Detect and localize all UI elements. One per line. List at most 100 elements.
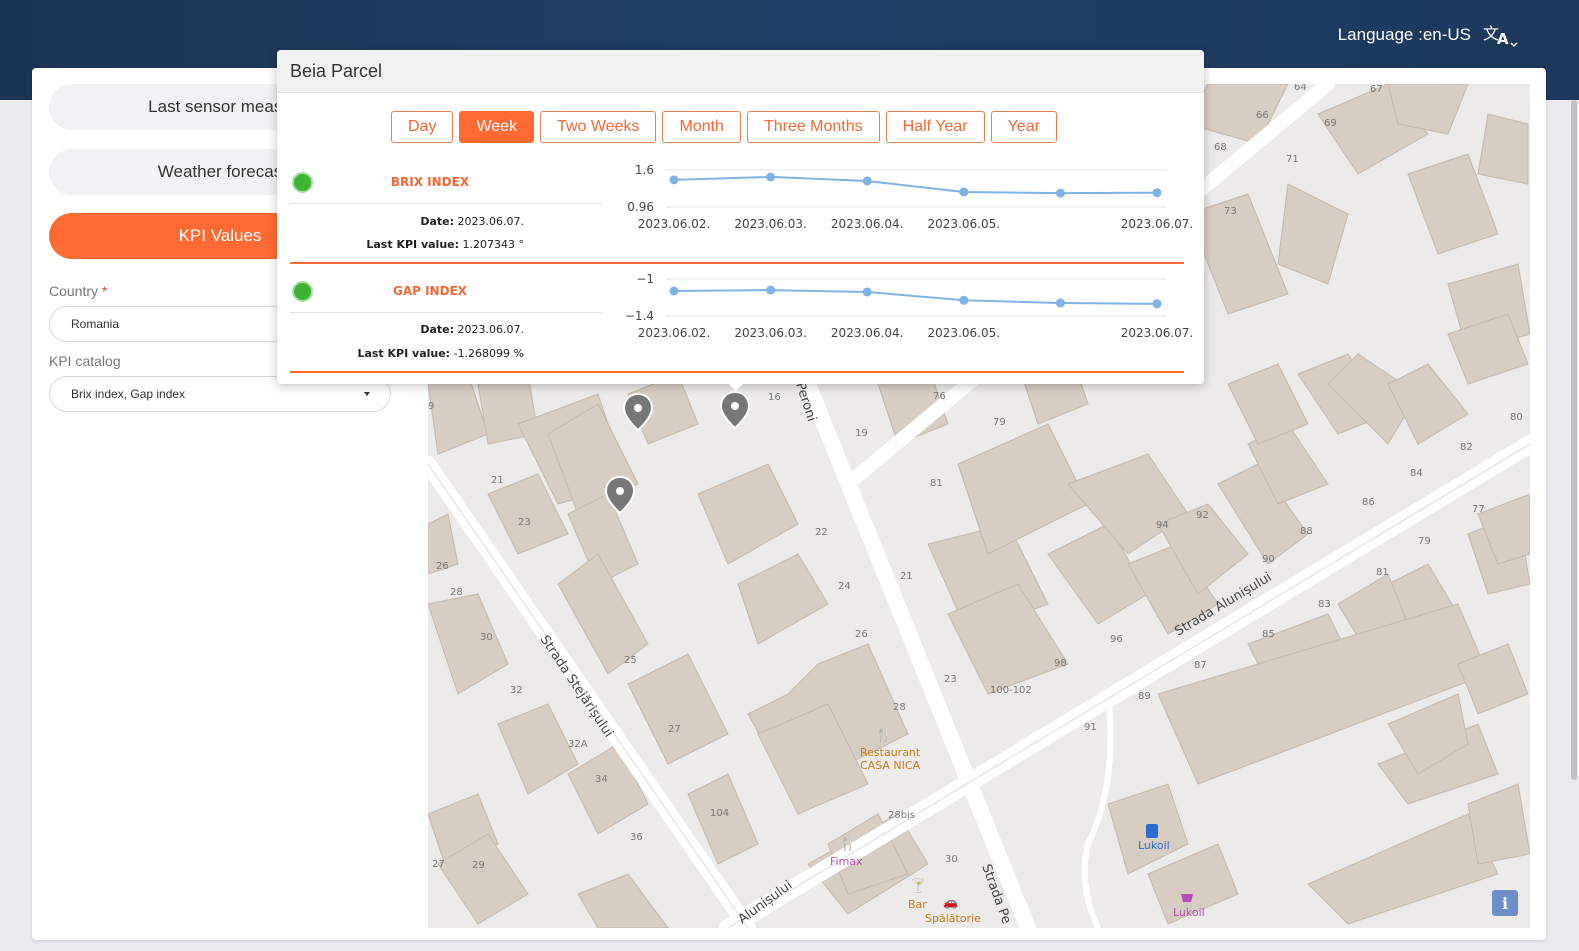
svg-text:🚗: 🚗 [943, 895, 958, 909]
svg-text:23: 23 [944, 674, 957, 685]
y-tick-label: −1.4 [625, 309, 654, 323]
svg-text:9: 9 [428, 401, 434, 412]
page-scrollbar[interactable] [1569, 100, 1579, 780]
svg-text:Lukoil: Lukoil [1138, 839, 1170, 852]
svg-text:26: 26 [436, 561, 449, 572]
data-point [959, 295, 969, 305]
period-month-button[interactable]: Month [662, 111, 741, 143]
svg-text:85: 85 [1262, 629, 1275, 640]
x-tick-label: 2023.06.02. [638, 217, 711, 231]
translate-icon[interactable]: 文 A [1483, 22, 1519, 48]
svg-text:66: 66 [1256, 110, 1269, 121]
data-point [1152, 299, 1162, 309]
svg-text:81: 81 [930, 478, 943, 489]
y-tick-label: 1.6 [635, 163, 654, 177]
data-point [766, 285, 776, 295]
series-line [673, 289, 1158, 305]
svg-text:96: 96 [1110, 634, 1123, 645]
popup-title: Beia Parcel [277, 50, 1204, 93]
svg-text:90: 90 [1262, 554, 1275, 565]
svg-text:88: 88 [1300, 526, 1313, 537]
kpi-block-gap: GAP INDEX Date: 2023.06.07. Last KPI val… [290, 271, 1193, 381]
svg-text:30: 30 [945, 854, 958, 865]
svg-text:76: 76 [933, 391, 946, 402]
kpi-date: Date: 2023.06.07. [420, 323, 524, 336]
data-point [959, 187, 969, 197]
language-selector[interactable]: Language :en-US 文 A [1338, 22, 1519, 48]
kpi-chart-brix: 1.6 0.96 2023.06.02. 2023.06.03. 2023.06.04.… [627, 163, 1194, 231]
chevron-down-icon [364, 392, 370, 396]
x-tick-label: 2023.06.07. [1121, 326, 1194, 340]
svg-text:25: 25 [624, 655, 637, 666]
svg-text:80: 80 [1510, 412, 1523, 423]
data-point [1055, 298, 1065, 308]
period-three-months-button[interactable]: Three Months [746, 111, 880, 143]
svg-text:CASA NICA: CASA NICA [860, 759, 921, 772]
svg-text:27: 27 [432, 859, 445, 870]
kpi-chart-gap: −1 −1.4 2023.06.02. 2023.06.03. 2023.06.04. 2… [625, 272, 1194, 340]
svg-text:104: 104 [710, 808, 729, 819]
country-label: Country * [49, 283, 108, 299]
svg-text:71: 71 [1286, 154, 1299, 165]
svg-text:28bis: 28bis [888, 810, 915, 821]
period-year-button[interactable]: Year [990, 111, 1057, 143]
kpi-divider-line [290, 262, 1184, 264]
svg-text:100-102: 100-102 [990, 685, 1032, 696]
period-two-weeks-button[interactable]: Two Weeks [540, 111, 657, 143]
kpi-date: Date: 2023.06.07. [420, 215, 524, 228]
kpi-last-value: Last KPI value: 1.207343 ° [366, 238, 524, 251]
svg-text:28: 28 [450, 587, 463, 598]
svg-text:79: 79 [993, 417, 1006, 428]
data-point [1055, 188, 1065, 198]
popup-pointer [727, 382, 745, 391]
svg-text:22: 22 [815, 527, 828, 538]
data-point [862, 287, 872, 297]
svg-text:Restaurant: Restaurant [860, 746, 921, 759]
svg-text:77: 77 [1472, 504, 1485, 515]
scrollbar-thumb[interactable] [1571, 100, 1577, 780]
svg-text:67: 67 [1370, 84, 1383, 95]
svg-text:81: 81 [1376, 567, 1389, 578]
data-point [766, 172, 776, 182]
x-tick-label: 2023.06.04. [831, 217, 904, 231]
svg-text:Fimax: Fimax [830, 855, 863, 868]
period-selector: Day Week Two Weeks Month Three Months Ha… [391, 111, 1057, 143]
svg-text:Bar: Bar [908, 898, 927, 911]
kpi-name: GAP INDEX [392, 284, 468, 298]
series-line [673, 175, 1158, 195]
x-tick-label: 2023.06.02. [638, 326, 711, 340]
y-tick-label: 0.96 [627, 200, 654, 214]
x-tick-label: 2023.06.04. [831, 326, 904, 340]
data-point [669, 175, 679, 185]
svg-text:83: 83 [1318, 599, 1331, 610]
svg-text:27: 27 [668, 724, 681, 735]
period-half-year-button[interactable]: Half Year [885, 111, 985, 143]
svg-text:26: 26 [855, 629, 868, 640]
svg-text:🍸: 🍸 [910, 877, 926, 894]
svg-text:84: 84 [1410, 468, 1423, 479]
kpi-divider-line [290, 371, 1184, 373]
map-info-button[interactable]: i [1492, 890, 1518, 916]
svg-text:🍴: 🍴 [875, 727, 892, 744]
svg-text:Lukoil: Lukoil [1173, 906, 1205, 919]
period-week-button[interactable]: Week [459, 111, 535, 143]
data-point [862, 176, 872, 186]
period-day-button[interactable]: Day [391, 111, 454, 143]
kpi-last-value: Last KPI value: -1.268099 % [357, 347, 524, 360]
y-tick-label: −1 [636, 272, 654, 286]
svg-text:98: 98 [1054, 658, 1067, 669]
svg-text:89: 89 [1138, 691, 1151, 702]
x-tick-label: 2023.06.03. [734, 217, 807, 231]
svg-text:69: 69 [1324, 118, 1337, 129]
x-tick-label: 2023.06.03. [734, 326, 807, 340]
svg-text:94: 94 [1156, 520, 1169, 531]
svg-text:91: 91 [1084, 722, 1097, 733]
svg-text:32A: 32A [568, 739, 588, 750]
x-tick-label: 2023.06.07. [1121, 217, 1194, 231]
svg-text:79: 79 [1418, 536, 1431, 547]
svg-text:21: 21 [491, 475, 504, 486]
kpi-block-brix: BRIX INDEX Date: 2023.06.07. Last KPI va… [290, 162, 1193, 272]
language-label: Language :en-US [1337, 25, 1471, 44]
svg-text:Spălătorie: Spălătorie [925, 912, 981, 925]
kpi-catalog-label: KPI catalog [49, 353, 121, 369]
